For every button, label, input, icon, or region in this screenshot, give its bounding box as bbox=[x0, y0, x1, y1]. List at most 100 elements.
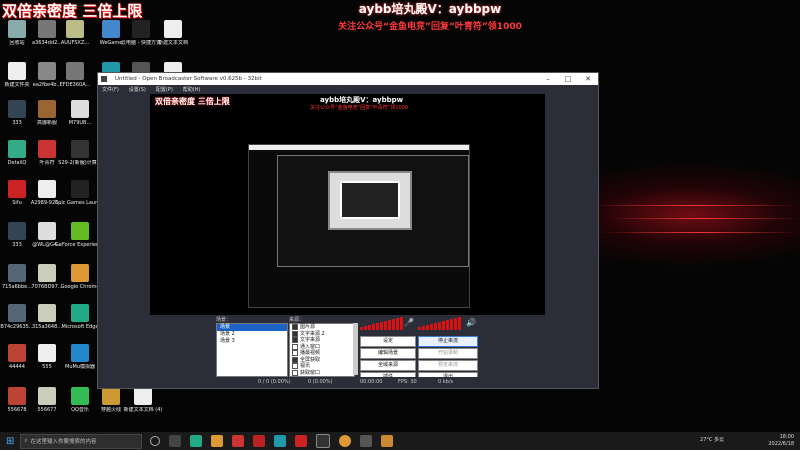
scene-item[interactable]: 场景 bbox=[217, 324, 287, 331]
bitrate: 0 kb/s bbox=[438, 379, 454, 385]
volume-bar bbox=[434, 323, 437, 330]
app-icon-red[interactable] bbox=[232, 435, 245, 447]
volume-bar bbox=[372, 324, 375, 330]
app-icon-netease[interactable] bbox=[295, 435, 308, 447]
source-visibility-checkbox[interactable] bbox=[292, 324, 298, 331]
stop-stream-button[interactable]: 停止串流 bbox=[418, 336, 478, 347]
desktop-icon-glyph bbox=[164, 20, 182, 38]
clock-time[interactable]: 18:00 bbox=[768, 434, 794, 441]
desktop-icon-glyph bbox=[38, 140, 56, 158]
desktop-icon-glyph bbox=[38, 100, 56, 118]
source-visibility-checkbox[interactable] bbox=[292, 356, 298, 363]
volume-bar bbox=[364, 326, 367, 330]
source-visibility-checkbox[interactable] bbox=[292, 330, 298, 337]
weather-text[interactable]: 27°C 多云 bbox=[700, 437, 724, 444]
volume-bar bbox=[422, 326, 425, 330]
nested-titlebar bbox=[249, 145, 469, 150]
nested-preview-4 bbox=[340, 181, 400, 219]
windows-start-icon[interactable]: ⊞ bbox=[6, 436, 14, 447]
speaker-icon[interactable]: 🔊 bbox=[466, 318, 476, 327]
obs-app-icon bbox=[101, 76, 107, 82]
mic-volume-meter[interactable] bbox=[360, 316, 404, 330]
search-placeholder: 在这里输入你要搜索的内容 bbox=[30, 439, 97, 445]
preview-overlay-left: 双倍亲密度 三倍上限 bbox=[155, 97, 230, 106]
close-button[interactable]: ✕ bbox=[578, 75, 598, 83]
explorer-icon[interactable] bbox=[211, 435, 224, 447]
qq-icon[interactable] bbox=[274, 435, 287, 447]
app-icon-orange[interactable] bbox=[381, 435, 394, 447]
taskbar-search[interactable]: ⌕ 在这里输入你要搜索的内容 bbox=[20, 433, 143, 449]
stream-time: 00:00:00 bbox=[360, 379, 383, 385]
desktop-icon-glyph bbox=[38, 387, 56, 405]
app-icon-red-2[interactable] bbox=[253, 435, 266, 447]
edit-scene-button[interactable]: 编辑场景 bbox=[360, 348, 416, 359]
obs-title: Untitled - Open Broadcaster Software v0.… bbox=[115, 76, 262, 82]
mic-icon[interactable]: 🎤 bbox=[404, 318, 414, 327]
desktop-icon-glyph bbox=[38, 180, 56, 198]
desktop-icon-glyph bbox=[71, 264, 89, 282]
sources-list[interactable]: 图片源 文字来源 2 文字来源 通入窗口 播最视频 全屏获取 视讯 获取窗口 bbox=[289, 323, 355, 377]
volume-bar bbox=[426, 325, 429, 330]
global-sources-button[interactable]: 全域来源 bbox=[360, 360, 416, 371]
scenes-list[interactable]: 场景 场景 2 场景 3 bbox=[216, 323, 288, 377]
volume-bar bbox=[430, 324, 433, 330]
obs-taskbar-icon[interactable] bbox=[316, 434, 331, 448]
taskbar: ⊞ ⌕ 在这里输入你要搜索的内容 27°C 多云 18:00 2022/6/18 bbox=[0, 432, 800, 450]
sources-header: 来源： bbox=[289, 317, 305, 323]
chrome-icon[interactable] bbox=[339, 435, 352, 447]
volume-bar bbox=[392, 319, 395, 330]
nested-preview-3 bbox=[328, 171, 412, 230]
task-view-icon[interactable] bbox=[169, 435, 182, 447]
desktop-volume-meter[interactable] bbox=[418, 316, 462, 330]
desktop-icon-label: 新建文本文档 (4) bbox=[123, 407, 163, 413]
preview-nested-obs bbox=[248, 144, 470, 308]
volume-bar bbox=[446, 320, 449, 330]
volume-bar bbox=[458, 317, 461, 330]
desktop-icon-glyph bbox=[71, 222, 89, 240]
volume-bar bbox=[380, 322, 383, 330]
source-visibility-checkbox[interactable] bbox=[292, 350, 298, 357]
source-visibility-checkbox[interactable] bbox=[292, 343, 298, 350]
frames-info: 0 / 0 (0.00%) bbox=[258, 379, 291, 385]
system-tray: 27°C 多云 18:00 2022/6/18 bbox=[700, 434, 794, 448]
clock-date[interactable]: 2022/6/18 bbox=[768, 441, 794, 448]
stream-overlay-center: aybb培丸殿V：aybbpw 关注公众号“金鱼电竞”回复“叶青符”领1000 bbox=[300, 0, 560, 32]
source-visibility-checkbox[interactable] bbox=[292, 363, 298, 370]
menu-help[interactable]: 帮助(H) bbox=[183, 86, 201, 93]
volume-bar bbox=[388, 320, 391, 330]
settings-button[interactable]: 设定 bbox=[360, 336, 416, 347]
scene-item[interactable]: 场景 3 bbox=[217, 338, 287, 345]
edge-icon[interactable] bbox=[190, 435, 203, 447]
desktop-icon[interactable]: 新建文本文档 bbox=[148, 18, 198, 62]
menu-file[interactable]: 文件(F) bbox=[102, 86, 119, 93]
search-icon: ⌕ bbox=[24, 437, 28, 444]
source-label: 获取窗口 bbox=[300, 369, 321, 376]
volume-bar bbox=[376, 323, 379, 330]
app-icon-gray[interactable] bbox=[360, 435, 373, 447]
desktop-icon-glyph bbox=[71, 140, 89, 158]
wallpaper-streak bbox=[600, 232, 800, 233]
desktop-icon[interactable]: 新建文本文档 (4) bbox=[118, 385, 168, 429]
preview-overlay-sub: 关注公众号“金鱼电竞”回复“叶青符”领1000 bbox=[310, 105, 409, 111]
nested-preview-2 bbox=[277, 155, 469, 267]
dropped-frames: 0 (0.00%) bbox=[308, 379, 333, 385]
source-visibility-checkbox[interactable] bbox=[292, 369, 298, 376]
cortana-icon[interactable] bbox=[150, 436, 161, 446]
desktop-icon-glyph bbox=[38, 264, 56, 282]
minimize-button[interactable]: – bbox=[538, 75, 558, 83]
menu-profiles[interactable]: 配置(P) bbox=[156, 86, 173, 93]
source-item[interactable]: 获取窗口 bbox=[290, 370, 354, 377]
obs-titlebar[interactable]: Untitled - Open Broadcaster Software v0.… bbox=[98, 73, 598, 85]
obs-window[interactable]: Untitled - Open Broadcaster Software v0.… bbox=[97, 72, 599, 389]
obs-statusbar: 0 (0.00%) 00:00:00 0 kb/s FPS: 30 0 / 0 … bbox=[98, 377, 596, 387]
maximize-button[interactable]: □ bbox=[558, 75, 578, 83]
source-visibility-checkbox[interactable] bbox=[292, 337, 298, 344]
desktop-icon-label: 新建文本文档 bbox=[157, 40, 188, 46]
preview-stream-button[interactable]: 预览串流 bbox=[418, 360, 478, 371]
start-recording-button[interactable]: 开始录制 bbox=[418, 348, 478, 359]
menu-settings[interactable]: 设置(S) bbox=[129, 86, 146, 93]
desktop-icon-glyph bbox=[71, 344, 89, 362]
volume-bar bbox=[396, 318, 399, 330]
sources-scrollbar[interactable] bbox=[353, 323, 358, 375]
scene-item[interactable]: 场景 2 bbox=[217, 331, 287, 338]
